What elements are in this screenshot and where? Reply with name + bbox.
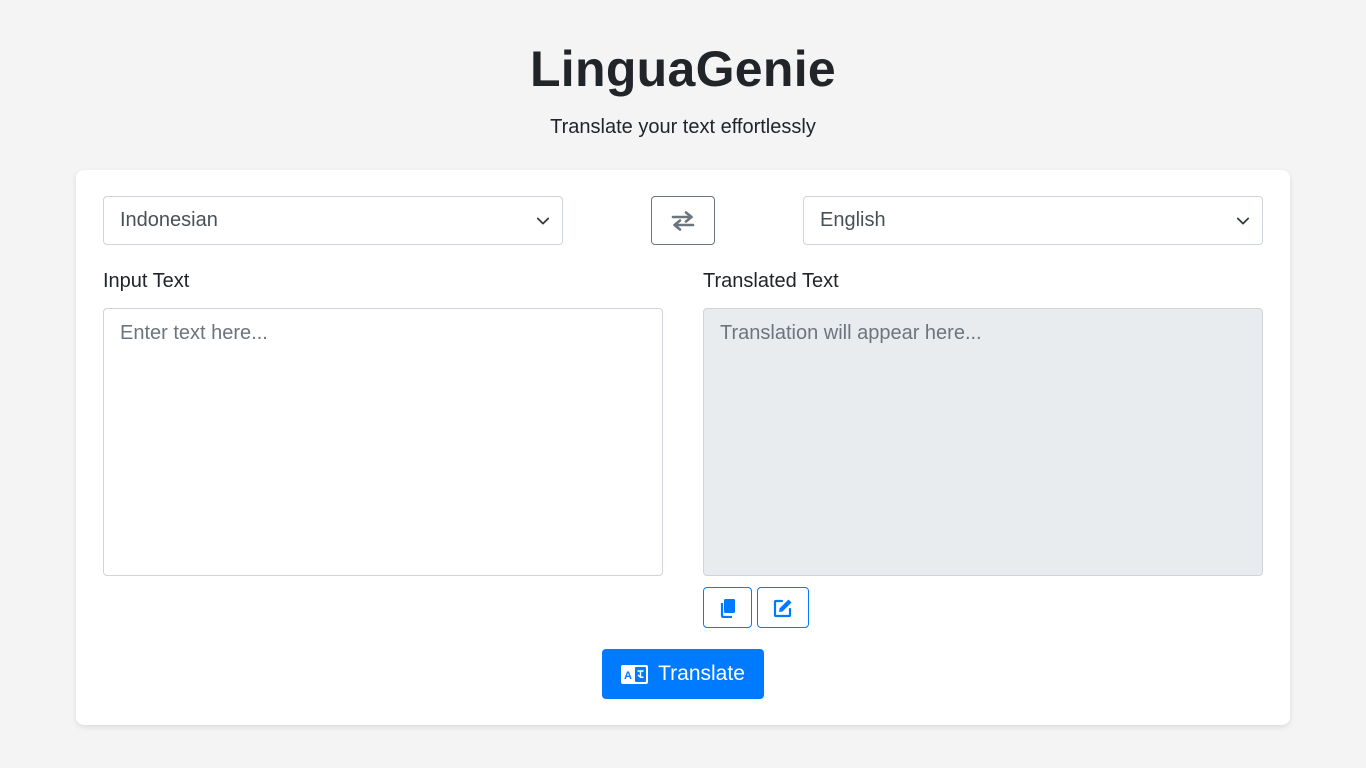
edit-icon [773,599,792,617]
translated-text-label: Translated Text [703,270,839,292]
copy-button[interactable] [703,587,752,628]
app-subtitle: Translate your text effortlessly [550,116,816,138]
target-language-value: English [820,209,886,231]
translate-icon: A [621,664,649,684]
copy-icon [720,598,735,618]
source-language-value: Indonesian [120,209,218,231]
target-language-select[interactable]: English [803,196,1263,245]
swap-arrows-icon [671,210,695,231]
chevron-down-icon [1236,217,1250,224]
translator-card: Indonesian English Input Text Translated… [76,170,1290,725]
svg-text:A: A [624,670,632,682]
output-placeholder: Translation will appear here... [720,322,982,344]
source-language-select[interactable]: Indonesian [103,196,563,245]
chevron-down-icon [536,217,550,224]
input-textarea[interactable]: Enter text here... [103,308,663,576]
input-text-label: Input Text [103,270,190,292]
input-placeholder: Enter text here... [120,322,268,344]
app-title: LinguaGenie [529,41,837,97]
edit-button[interactable] [757,587,809,628]
translated-textarea: Translation will appear here... [703,308,1263,576]
swap-languages-button[interactable] [651,196,715,245]
translate-label: Translate [658,662,745,685]
translate-button[interactable]: A Translate [602,649,764,699]
